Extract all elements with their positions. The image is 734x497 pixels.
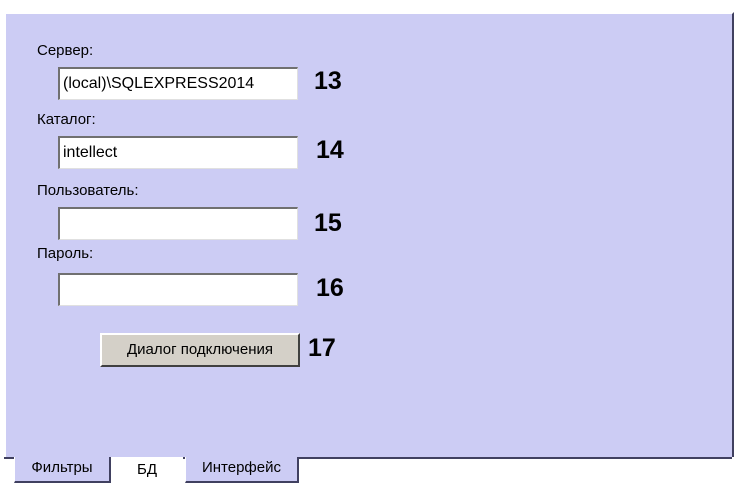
catalog-label: Каталог: xyxy=(37,111,96,128)
server-input[interactable]: (local)\SQLEXPRESS2014 xyxy=(58,67,298,100)
user-input[interactable] xyxy=(58,207,298,240)
password-label: Пароль: xyxy=(37,245,94,262)
callout-17: 17 xyxy=(308,334,336,362)
tab-interface[interactable]: Интерфейс xyxy=(185,457,299,483)
server-label: Сервер: xyxy=(37,42,94,59)
tab-filters[interactable]: Фильтры xyxy=(14,457,111,483)
tab-db[interactable]: БД xyxy=(111,457,183,487)
password-input[interactable] xyxy=(58,273,298,306)
user-label: Пользователь: xyxy=(37,182,139,199)
connection-dialog-button[interactable]: Диалог подключения xyxy=(100,333,300,367)
settings-window: Сервер: (local)\SQLEXPRESS2014 13 Катало… xyxy=(0,0,734,497)
callout-16: 16 xyxy=(316,274,344,302)
catalog-input[interactable]: intellect xyxy=(58,136,298,169)
callout-13: 13 xyxy=(314,67,342,95)
callout-14: 14 xyxy=(316,136,344,164)
callout-15: 15 xyxy=(314,209,342,237)
